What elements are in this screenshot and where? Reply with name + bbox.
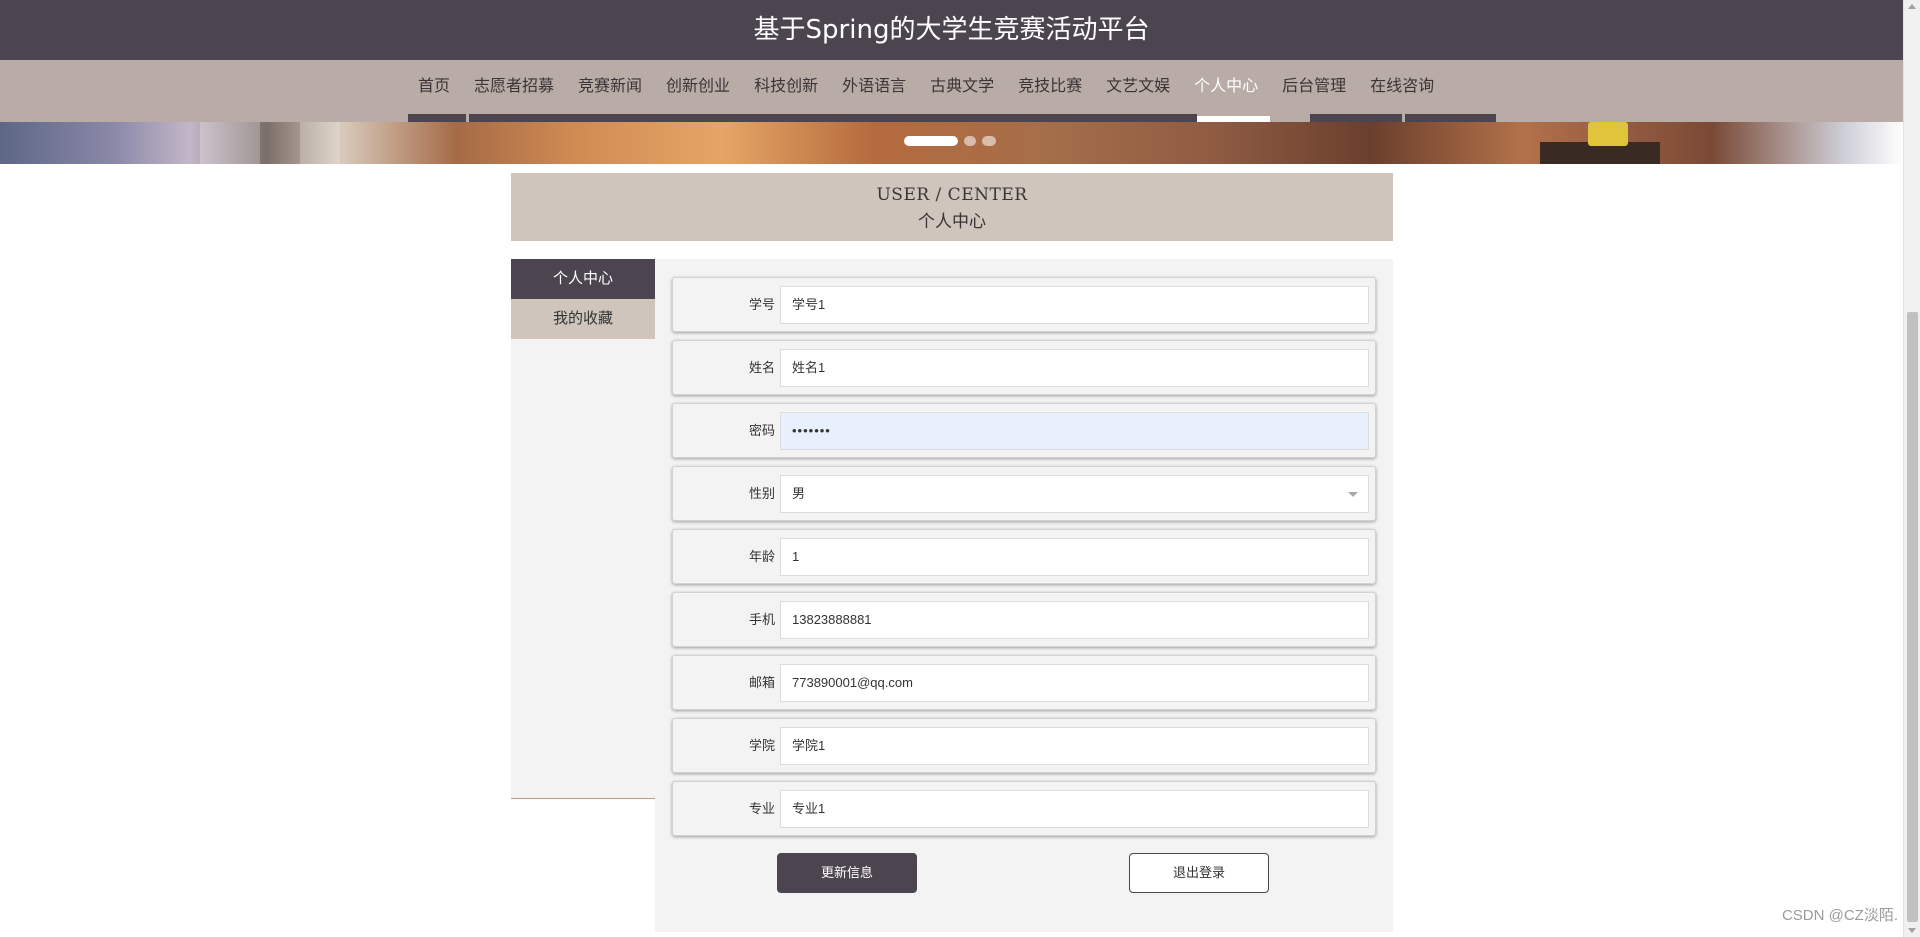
nav-item-competition-news[interactable]: 竞赛新闻 bbox=[566, 60, 654, 122]
nav-item-athletic-competition[interactable]: 竞技比赛 bbox=[1006, 60, 1094, 122]
college-input[interactable]: 学院1 bbox=[780, 727, 1369, 765]
nav-item-tech-innovation[interactable]: 科技创新 bbox=[742, 60, 830, 122]
section-title-cn: 个人中心 bbox=[918, 212, 986, 232]
nav-item-user-center[interactable]: 个人中心 bbox=[1182, 60, 1271, 122]
nav-list: 首页 志愿者招募 竞赛新闻 创新创业 科技创新 外语语言 古典文学 竞技比赛 文… bbox=[406, 60, 1446, 122]
site-title: 基于Spring的大学生竞赛活动平台 bbox=[753, 15, 1150, 45]
sidebar: 个人中心 我的收藏 bbox=[511, 259, 655, 799]
name-label: 姓名 bbox=[748, 361, 775, 376]
nav-item-online-consult[interactable]: 在线咨询 bbox=[1358, 60, 1446, 122]
phone-label: 手机 bbox=[748, 613, 775, 628]
form-row-age: 年龄 1 bbox=[672, 529, 1376, 584]
email-input[interactable]: 773890001@qq.com bbox=[780, 664, 1369, 702]
student-id-input[interactable]: 学号1 bbox=[780, 286, 1369, 324]
nav-divider bbox=[408, 114, 466, 122]
banner-decoration bbox=[1588, 122, 1628, 146]
update-info-button[interactable]: 更新信息 bbox=[777, 853, 917, 893]
section-header: USER / CENTER 个人中心 bbox=[511, 173, 1393, 241]
nav-item-innovation-entrepreneurship[interactable]: 创新创业 bbox=[654, 60, 742, 122]
student-id-label: 学号 bbox=[748, 298, 775, 313]
page-scrollbar[interactable] bbox=[1903, 0, 1920, 937]
gender-selected-value: 男 bbox=[792, 486, 806, 501]
nav-item-admin[interactable]: 后台管理 bbox=[1270, 60, 1358, 122]
college-label: 学院 bbox=[748, 739, 775, 754]
sidebar-item-user-center[interactable]: 个人中心 bbox=[511, 259, 655, 299]
banner-decoration bbox=[300, 122, 340, 164]
gender-label: 性别 bbox=[748, 487, 775, 502]
sidebar-item-favorites[interactable]: 我的收藏 bbox=[511, 299, 655, 339]
form-row-password: 密码 ••••••• bbox=[672, 403, 1376, 458]
name-input[interactable]: 姓名1 bbox=[780, 349, 1369, 387]
nav-item-arts-entertainment[interactable]: 文艺文娱 bbox=[1094, 60, 1182, 122]
form-row-college: 学院 学院1 bbox=[672, 718, 1376, 773]
section-title-en: USER / CENTER bbox=[876, 185, 1028, 205]
nav-item-home[interactable]: 首页 bbox=[406, 60, 462, 122]
major-input[interactable]: 专业1 bbox=[780, 790, 1369, 828]
nav-divider bbox=[1310, 114, 1402, 122]
carousel-dot[interactable] bbox=[904, 136, 958, 146]
chevron-down-icon bbox=[1348, 492, 1358, 497]
password-input[interactable]: ••••••• bbox=[780, 412, 1369, 450]
form-row-student-id: 学号 学号1 bbox=[672, 277, 1376, 332]
form-row-phone: 手机 13823888881 bbox=[672, 592, 1376, 647]
scrollbar-thumb[interactable] bbox=[1907, 312, 1918, 922]
carousel-indicators bbox=[904, 136, 996, 146]
carousel-dot[interactable] bbox=[964, 136, 976, 146]
email-label: 邮箱 bbox=[748, 676, 775, 691]
logout-button[interactable]: 退出登录 bbox=[1129, 853, 1269, 893]
form-row-gender: 性别 男 bbox=[672, 466, 1376, 521]
nav-item-volunteer[interactable]: 志愿者招募 bbox=[462, 60, 566, 122]
form-row-email: 邮箱 773890001@qq.com bbox=[672, 655, 1376, 710]
form-row-major: 专业 专业1 bbox=[672, 781, 1376, 836]
main-nav: 首页 志愿者招募 竞赛新闻 创新创业 科技创新 外语语言 古典文学 竞技比赛 文… bbox=[0, 60, 1903, 122]
profile-form: 学号 学号1 姓名 姓名1 密码 ••••••• 性别 男 年龄 1 手机 13… bbox=[655, 259, 1393, 932]
watermark: CSDN @CZ淡陌. bbox=[1781, 907, 1898, 924]
age-input[interactable]: 1 bbox=[780, 538, 1369, 576]
age-label: 年龄 bbox=[748, 550, 775, 565]
phone-input[interactable]: 13823888881 bbox=[780, 601, 1369, 639]
nav-divider bbox=[469, 114, 1197, 122]
scroll-down-icon[interactable] bbox=[1908, 928, 1916, 933]
site-header: 基于Spring的大学生竞赛活动平台 bbox=[0, 0, 1903, 60]
major-label: 专业 bbox=[748, 802, 775, 817]
nav-divider bbox=[1405, 114, 1496, 122]
scroll-up-icon[interactable] bbox=[1908, 4, 1916, 9]
banner-decoration bbox=[200, 122, 260, 164]
password-label: 密码 bbox=[748, 424, 775, 439]
nav-item-foreign-language[interactable]: 外语语言 bbox=[830, 60, 918, 122]
gender-select[interactable]: 男 bbox=[780, 475, 1369, 513]
carousel-dot[interactable] bbox=[982, 136, 996, 146]
nav-item-classical-literature[interactable]: 古典文学 bbox=[918, 60, 1006, 122]
form-row-name: 姓名 姓名1 bbox=[672, 340, 1376, 395]
